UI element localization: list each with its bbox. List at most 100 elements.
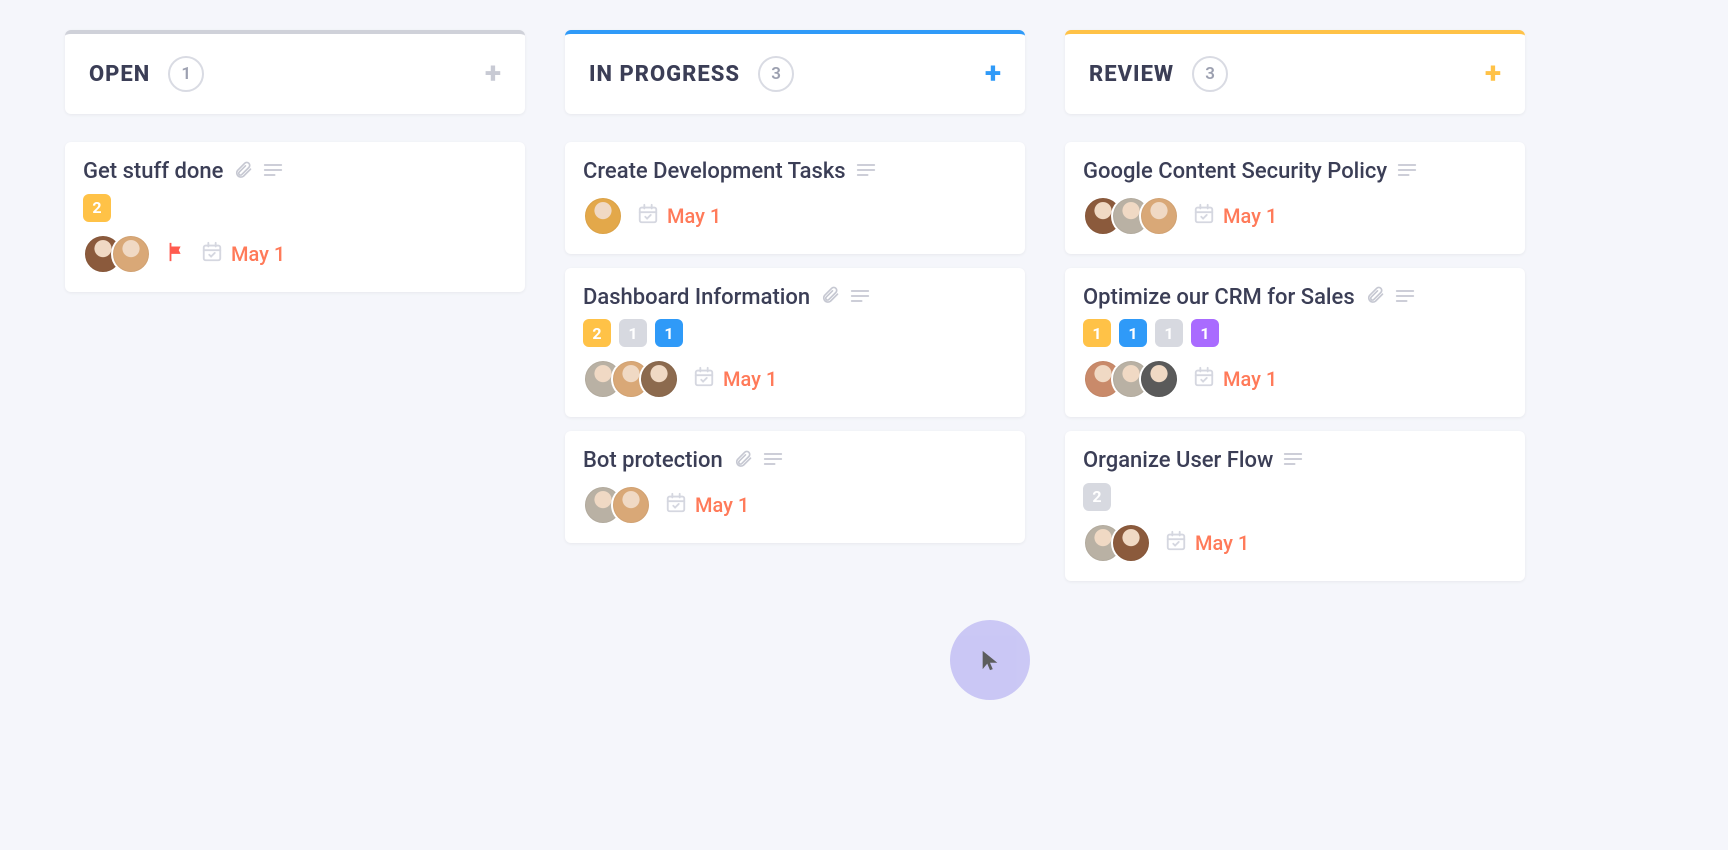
due-date[interactable]: May 1 — [1193, 366, 1277, 392]
subtask-badges: 2 — [1083, 483, 1507, 511]
subtask-badges: 1111 — [1083, 319, 1507, 347]
kanban-board: OPEN1+Get stuff done2May 1IN PROGRESS3+C… — [0, 0, 1728, 611]
column-count: 3 — [1192, 56, 1228, 92]
card-header: Organize User Flow — [1083, 447, 1507, 475]
attachment-icon — [820, 285, 840, 309]
card-title: Optimize our CRM for Sales — [1083, 284, 1355, 312]
task-card[interactable]: Organize User Flow 2 May 1 — [1065, 431, 1525, 581]
due-date[interactable]: May 1 — [1165, 530, 1249, 556]
subtask-badge[interactable]: 2 — [583, 319, 611, 347]
column-header[interactable]: OPEN1+ — [65, 30, 525, 114]
description-icon — [850, 288, 870, 307]
column-count: 3 — [758, 56, 794, 92]
task-card[interactable]: Create Development Tasks May 1 — [565, 142, 1025, 254]
calendar-icon — [1193, 366, 1215, 392]
due-date-text: May 1 — [1195, 531, 1249, 555]
column-header[interactable]: REVIEW 3 + — [1065, 30, 1525, 114]
attachment-icon — [233, 160, 253, 184]
column-title: OPEN — [89, 62, 150, 87]
due-date[interactable]: May 1 — [693, 366, 777, 392]
subtask-badge[interactable]: 1 — [1083, 319, 1111, 347]
due-date-text: May 1 — [695, 493, 749, 517]
cards-list: Get stuff done 2 May 1 — [65, 142, 525, 292]
calendar-icon — [693, 366, 715, 392]
due-date[interactable]: May 1 — [665, 492, 749, 518]
cards-list: Google Content Security Policy May 1 Optim… — [1065, 142, 1525, 581]
card-footer: May 1 — [583, 196, 1007, 236]
description-icon — [856, 162, 876, 181]
assignees[interactable] — [583, 196, 623, 236]
add-task-button[interactable]: + — [485, 59, 501, 89]
calendar-icon — [201, 241, 223, 267]
card-header: Optimize our CRM for Sales — [1083, 284, 1507, 312]
assignees[interactable] — [83, 234, 151, 274]
column-open: OPEN1+ Get stuff done 2 May 1 — [65, 30, 525, 581]
due-date-text: May 1 — [667, 204, 721, 228]
subtask-badge[interactable]: 1 — [1191, 319, 1219, 347]
assignees[interactable] — [1083, 196, 1179, 236]
subtask-badge[interactable]: 1 — [1155, 319, 1183, 347]
card-title: Create Development Tasks — [583, 158, 846, 186]
task-card[interactable]: Bot protection May 1 — [565, 431, 1025, 543]
avatar[interactable] — [639, 359, 679, 399]
calendar-icon — [637, 203, 659, 229]
card-title: Google Content Security Policy — [1083, 158, 1387, 186]
card-footer: May 1 — [1083, 359, 1507, 399]
card-footer: May 1 — [583, 485, 1007, 525]
task-card[interactable]: Get stuff done 2 May 1 — [65, 142, 525, 292]
avatar[interactable] — [583, 196, 623, 236]
card-header: Get stuff done — [83, 158, 507, 186]
card-title: Get stuff done — [83, 158, 223, 186]
card-header: Bot protection — [583, 447, 1007, 475]
column-title: IN PROGRESS — [589, 62, 740, 87]
due-date-text: May 1 — [1223, 204, 1277, 228]
subtask-badge[interactable]: 2 — [1083, 483, 1111, 511]
avatar[interactable] — [1111, 523, 1151, 563]
priority-flag-icon[interactable] — [165, 241, 187, 267]
add-task-button[interactable]: + — [985, 59, 1001, 89]
card-footer: May 1 — [583, 359, 1007, 399]
attachment-icon — [1365, 285, 1385, 309]
card-title: Organize User Flow — [1083, 447, 1273, 475]
calendar-icon — [1165, 530, 1187, 556]
due-date[interactable]: May 1 — [1193, 203, 1277, 229]
task-card[interactable]: Dashboard Information211May 1 — [565, 268, 1025, 418]
attachment-icon — [733, 449, 753, 473]
card-header: Create Development Tasks — [583, 158, 1007, 186]
card-footer: May 1 — [1083, 196, 1507, 236]
due-date[interactable]: May 1 — [201, 241, 285, 267]
card-header: Dashboard Information — [583, 284, 1007, 312]
assignees[interactable] — [1083, 523, 1151, 563]
assignees[interactable] — [583, 359, 679, 399]
subtask-badge[interactable]: 2 — [83, 194, 111, 222]
column-header[interactable]: IN PROGRESS 3 + — [565, 30, 1025, 114]
column-title: REVIEW — [1089, 62, 1174, 87]
assignees[interactable] — [583, 485, 651, 525]
card-footer: May 1 — [83, 234, 507, 274]
description-icon — [763, 451, 783, 470]
card-title: Dashboard Information — [583, 284, 810, 312]
description-icon — [1395, 288, 1415, 307]
cursor-indicator — [950, 620, 1030, 700]
due-date-text: May 1 — [1223, 367, 1277, 391]
avatar[interactable] — [611, 485, 651, 525]
description-icon — [1397, 162, 1417, 181]
description-icon — [1283, 451, 1303, 470]
task-card[interactable]: Google Content Security Policy May 1 — [1065, 142, 1525, 254]
task-card[interactable]: Optimize our CRM for Sales1111May 1 — [1065, 268, 1525, 418]
add-task-button[interactable]: + — [1485, 59, 1501, 89]
assignees[interactable] — [1083, 359, 1179, 399]
card-footer: May 1 — [1083, 523, 1507, 563]
card-title: Bot protection — [583, 447, 723, 475]
subtask-badge[interactable]: 1 — [619, 319, 647, 347]
avatar[interactable] — [1139, 196, 1179, 236]
subtask-badge[interactable]: 1 — [1119, 319, 1147, 347]
avatar[interactable] — [111, 234, 151, 274]
subtask-badges: 211 — [583, 319, 1007, 347]
avatar[interactable] — [1139, 359, 1179, 399]
calendar-icon — [1193, 203, 1215, 229]
column-in-progress: IN PROGRESS 3 + Create Development Tasks May… — [565, 30, 1025, 581]
subtask-badge[interactable]: 1 — [655, 319, 683, 347]
subtask-badges: 2 — [83, 194, 507, 222]
due-date[interactable]: May 1 — [637, 203, 721, 229]
